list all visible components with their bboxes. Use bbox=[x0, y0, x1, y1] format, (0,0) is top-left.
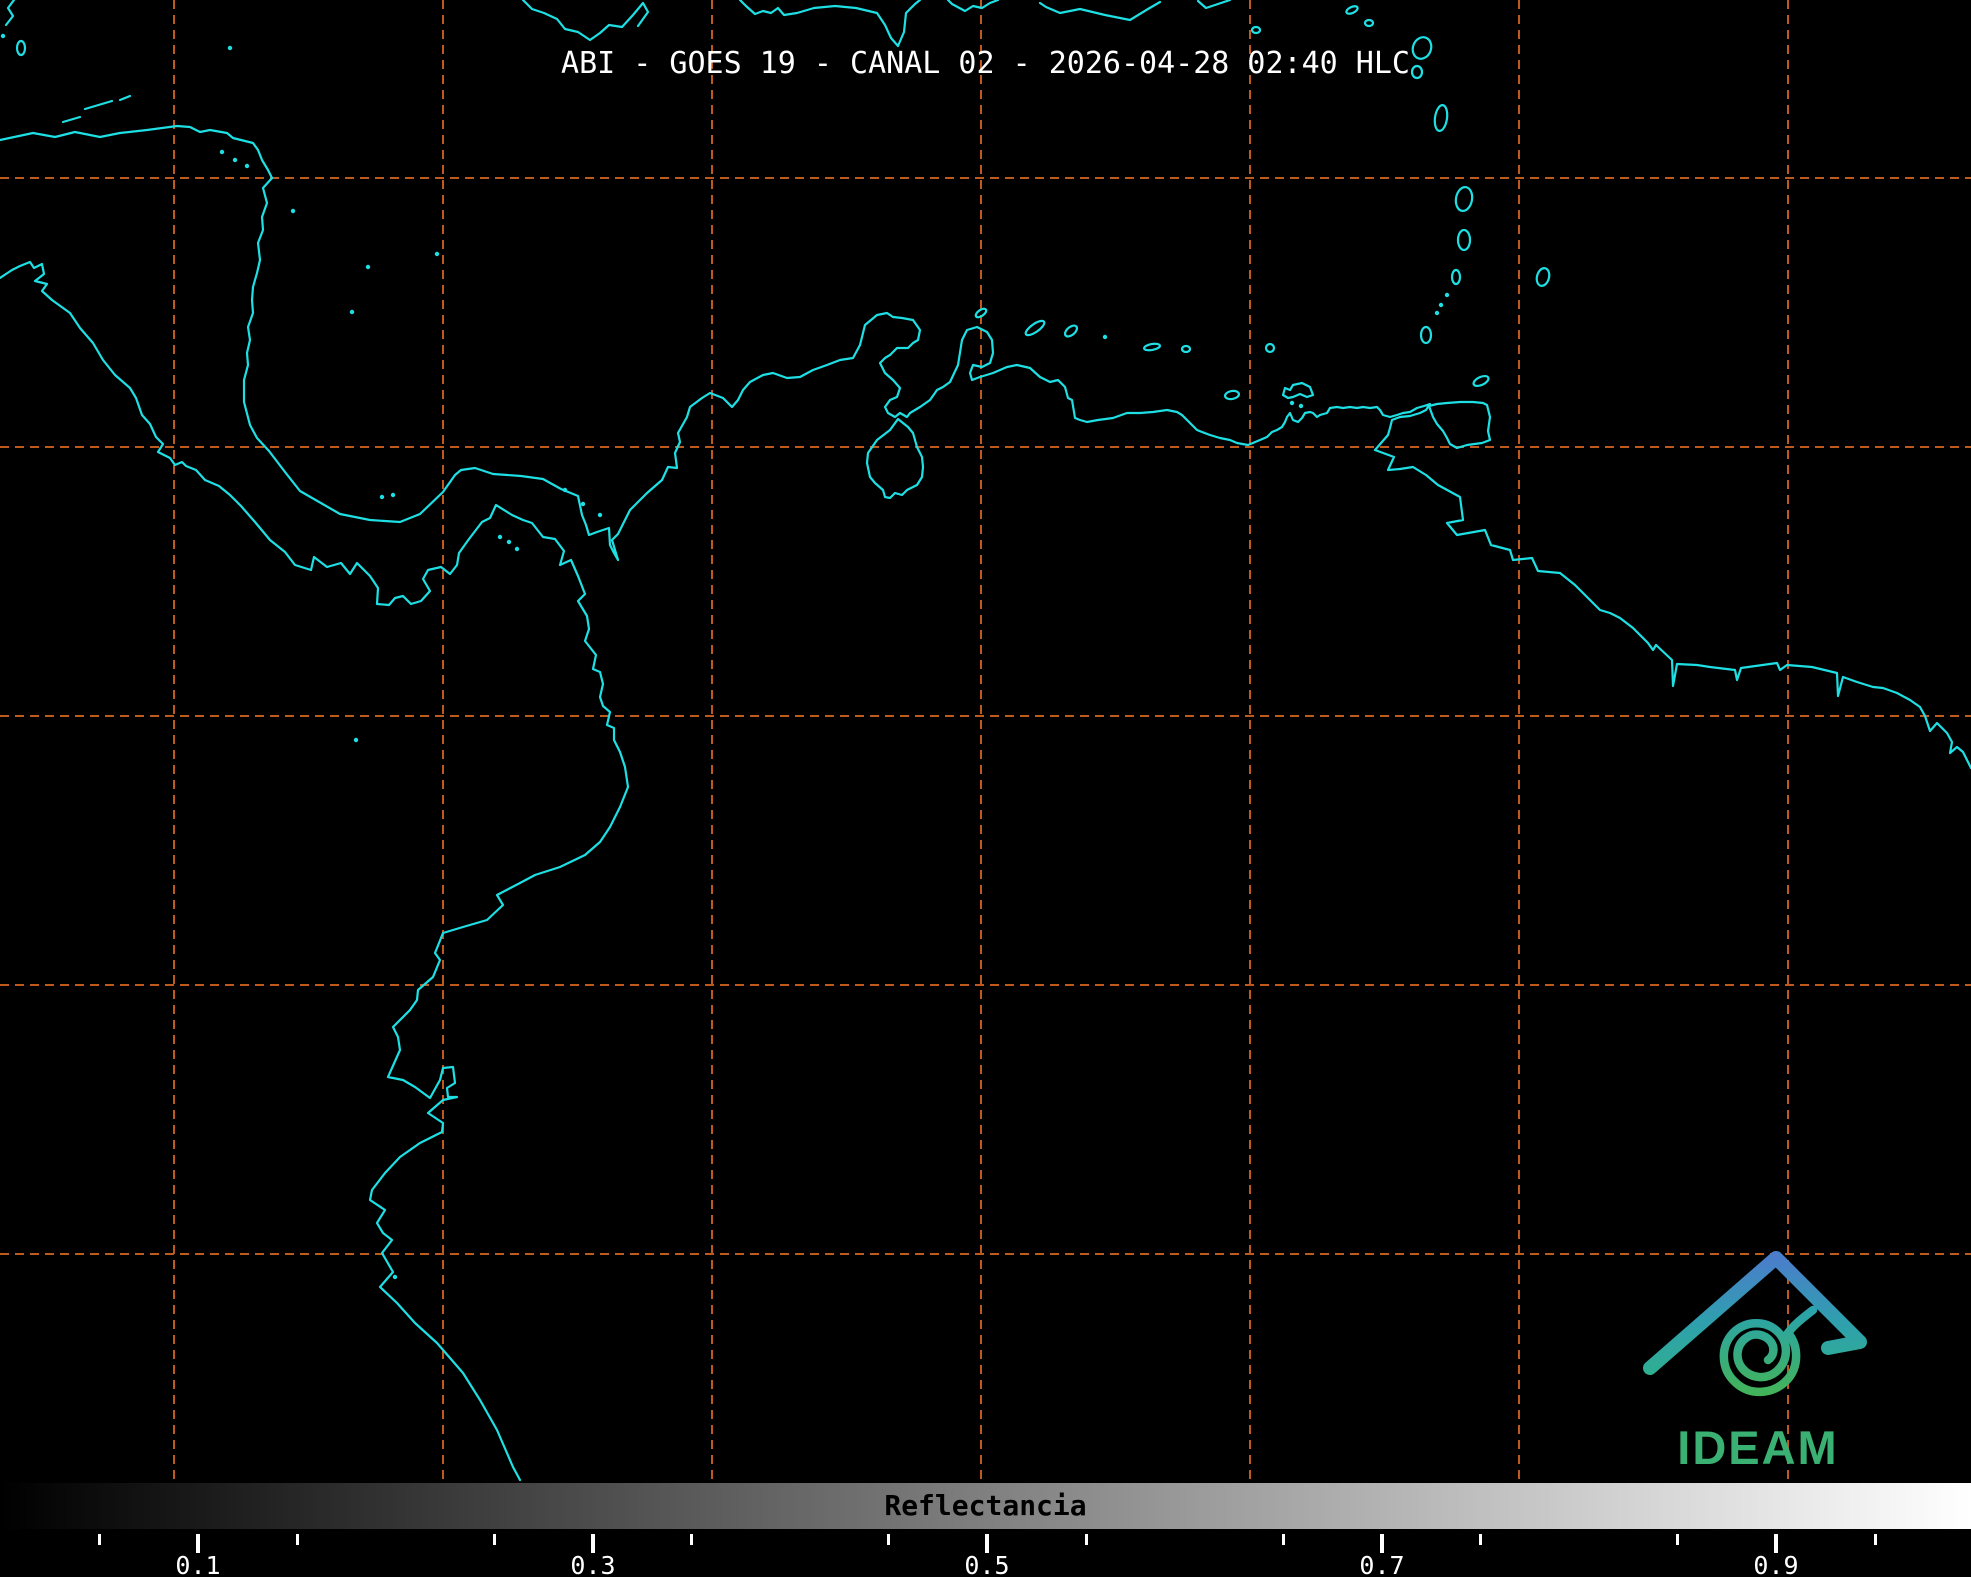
coastline-hispaniola-east-fragment bbox=[948, 0, 998, 11]
island-outline bbox=[1535, 267, 1551, 287]
islet-dot bbox=[366, 265, 370, 269]
colorbar-tick-label: 0.3 bbox=[570, 1551, 615, 1577]
colorbar-minor-tick bbox=[1479, 1534, 1482, 1545]
islet-dot bbox=[1103, 335, 1107, 339]
island-outline bbox=[1063, 323, 1079, 338]
graticule-layer bbox=[0, 0, 1971, 1483]
colorbar-minor-tick bbox=[1085, 1534, 1088, 1545]
colorbar-gradient-band: Reflectancia bbox=[0, 1483, 1971, 1534]
island-outline bbox=[1024, 318, 1047, 337]
coastline-layer bbox=[0, 0, 1971, 1480]
colorbar-minor-tick bbox=[1282, 1534, 1285, 1545]
colorbar-minor-tick bbox=[296, 1534, 299, 1545]
island-outline bbox=[1433, 104, 1449, 131]
island-outline bbox=[1144, 343, 1161, 352]
island-outline bbox=[1454, 186, 1474, 212]
coastline-bay-island-3 bbox=[120, 96, 130, 100]
island-outline bbox=[974, 307, 987, 319]
island-outline bbox=[1421, 327, 1431, 343]
islet-dot bbox=[435, 252, 439, 256]
colorbar-minor-tick bbox=[493, 1534, 496, 1545]
islet-dot bbox=[563, 488, 567, 492]
ideam-logo-mountain-icon bbox=[1650, 1258, 1860, 1368]
island-outline bbox=[1452, 270, 1460, 284]
islet-dot bbox=[515, 547, 519, 551]
islet-dot bbox=[233, 158, 237, 162]
coastline-isla-margarita bbox=[1283, 383, 1313, 398]
coastline-puerto-rico-south-fragment bbox=[1040, 2, 1160, 20]
coastline-belize-fragment bbox=[6, 0, 14, 25]
island-outline bbox=[1266, 344, 1274, 352]
islet-dot bbox=[598, 513, 602, 517]
island-outline bbox=[1345, 5, 1358, 16]
ideam-logo-hurricane-spiral-icon bbox=[1724, 1310, 1813, 1392]
colorbar-minor-tick bbox=[887, 1534, 890, 1545]
colorbar-label: Reflectancia bbox=[0, 1489, 1971, 1522]
ideam-logo-text: IDEAM bbox=[1677, 1421, 1838, 1474]
colorbar-minor-tick bbox=[690, 1534, 693, 1545]
colorbar-tick-label: 0.1 bbox=[175, 1551, 220, 1577]
islet-dot bbox=[393, 1275, 397, 1279]
ideam-logo: IDEAM bbox=[1650, 1258, 1860, 1474]
island-outline bbox=[1472, 374, 1490, 388]
map-canvas: IDEAM bbox=[0, 0, 1971, 1483]
coastline-caribbean-mainland-honduras-to-guyana bbox=[0, 126, 1971, 768]
coastline-lake-maracaibo bbox=[867, 419, 923, 498]
island-outline bbox=[1182, 346, 1190, 352]
coastline-top-edge-fragment bbox=[1198, 0, 1230, 8]
satellite-map-svg: IDEAM bbox=[0, 0, 1971, 1483]
colorbar-minor-tick bbox=[1676, 1534, 1679, 1545]
colorbar-tick-label: 0.5 bbox=[964, 1551, 1009, 1577]
satellite-image-viewport: IDEAM ABI - GOES 19 - CANAL 02 - 2026-04… bbox=[0, 0, 1971, 1577]
islet-dot bbox=[245, 164, 249, 168]
islet-dot bbox=[498, 535, 502, 539]
image-title: ABI - GOES 19 - CANAL 02 - 2026-04-28 02… bbox=[0, 46, 1971, 81]
colorbar-tick-label: 0.7 bbox=[1359, 1551, 1404, 1577]
islet-dot bbox=[1435, 311, 1439, 315]
islet-dot bbox=[1299, 404, 1303, 408]
colorbar-minor-tick bbox=[98, 1534, 101, 1545]
coastline-bay-island-1 bbox=[63, 117, 80, 122]
island-outline bbox=[1252, 27, 1260, 33]
coastline-trinidad bbox=[1429, 402, 1490, 448]
coastline-jamaica-south-coast bbox=[523, 0, 648, 40]
islet-dot bbox=[581, 502, 585, 506]
islet-dot bbox=[1439, 303, 1443, 307]
islet-dot bbox=[291, 209, 295, 213]
colorbar-minor-tick bbox=[1874, 1534, 1877, 1545]
islet-dot bbox=[220, 150, 224, 154]
islet-dot bbox=[1290, 401, 1294, 405]
islet-dot bbox=[354, 738, 358, 742]
island-outline bbox=[1224, 390, 1239, 400]
islet-dot bbox=[507, 540, 511, 544]
islet-dot bbox=[391, 493, 395, 497]
islet-dot bbox=[350, 310, 354, 314]
islet-dot bbox=[380, 495, 384, 499]
coastline-hispaniola-south-coast bbox=[740, 0, 920, 46]
island-outline bbox=[1365, 20, 1373, 26]
coastline-pacific-coast-fonseca-to-ecuador bbox=[0, 262, 628, 1480]
island-outline bbox=[1458, 230, 1470, 250]
islet-dot bbox=[1, 34, 5, 38]
colorbar-tick-label: 0.9 bbox=[1753, 1551, 1798, 1577]
islet-dot bbox=[1445, 293, 1449, 297]
coastline-bay-island-2 bbox=[85, 101, 112, 109]
